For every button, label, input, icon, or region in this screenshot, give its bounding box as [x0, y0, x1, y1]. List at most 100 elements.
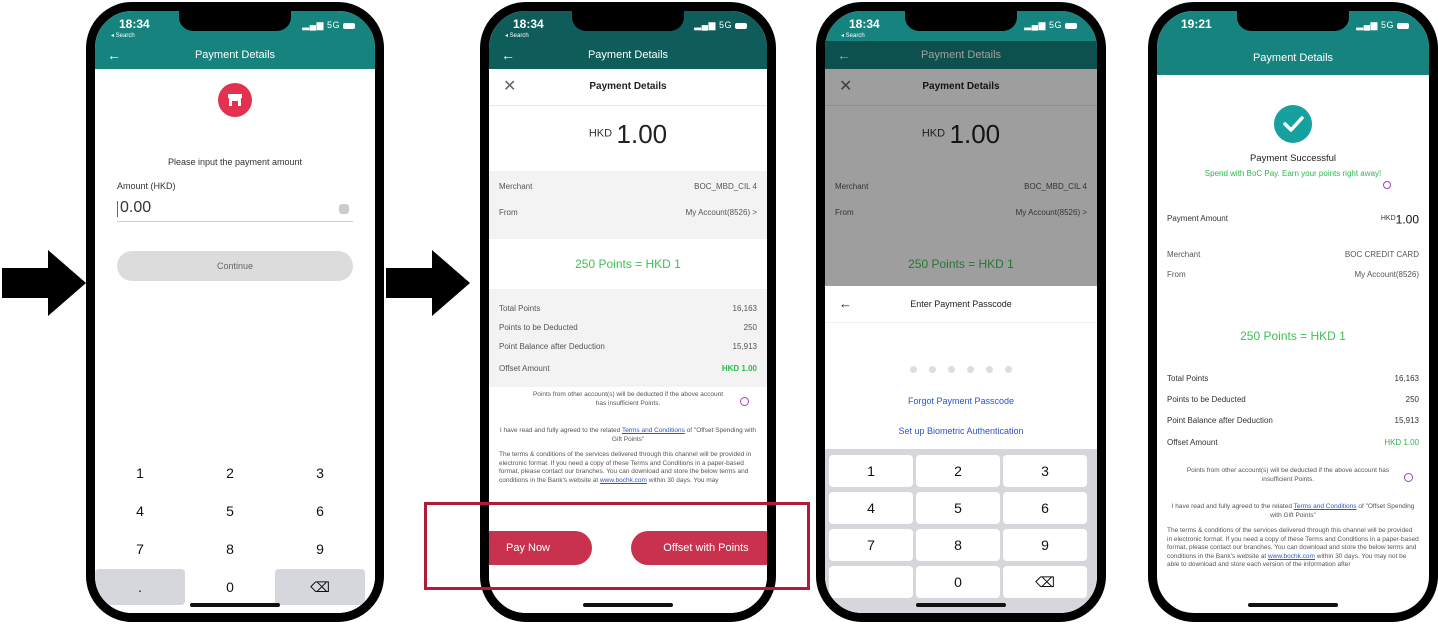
terms-link[interactable]: Terms and Conditions	[622, 427, 685, 434]
keypad-key[interactable]: 4	[95, 493, 185, 529]
keypad-key[interactable]: 6	[275, 493, 365, 529]
keypad-key[interactable]: 0	[916, 566, 1000, 598]
battery-icon	[343, 22, 355, 29]
page-title: Payment Details	[194, 49, 276, 61]
keypad-blank	[829, 566, 913, 598]
keypad-key[interactable]: 1	[95, 455, 185, 491]
keypad-key[interactable]: 5	[185, 493, 275, 529]
bank-website-link[interactable]: www.bochk.com	[600, 477, 647, 484]
signal-indicator: ▂▄▆ 5G	[1356, 20, 1409, 31]
points-rate: 250 Points = HKD 1	[575, 257, 681, 271]
amount-input[interactable]: 0.00	[117, 197, 353, 222]
back-arrow-icon[interactable]: ←	[501, 41, 515, 69]
page-title: Payment Details	[587, 49, 669, 61]
home-indicator	[916, 603, 1006, 607]
forgot-passcode-link[interactable]: Forgot Payment Passcode	[825, 396, 1097, 406]
offset-amount-row: Offset Amount HKD 1.00	[499, 364, 757, 373]
success-message: Payment Successful	[1249, 153, 1337, 164]
clear-input-icon[interactable]	[339, 204, 349, 214]
keypad-key[interactable]: 2	[916, 455, 1000, 487]
signal-indicator: ▂▄▆ 5G	[694, 20, 747, 31]
phone-notch	[572, 11, 684, 31]
merchant-row: Merchant BOC CREDIT CARD	[1167, 250, 1419, 259]
backspace-icon[interactable]: ⌫	[275, 569, 365, 605]
battery-icon	[735, 22, 747, 29]
keypad-key[interactable]: 8	[185, 531, 275, 567]
offset-with-points-button[interactable]: Offset with Points	[631, 531, 767, 565]
points-rate: 250 Points = HKD 1	[1240, 329, 1346, 343]
dim-overlay	[825, 11, 1097, 286]
nav-bar: Payment Details	[1157, 41, 1429, 75]
keypad-key[interactable]: 7	[95, 531, 185, 567]
keypad-key[interactable]: 4	[829, 492, 913, 524]
status-time: 18:34	[513, 17, 544, 31]
amount-label: Amount (HKD)	[117, 181, 176, 191]
keypad-key[interactable]: 7	[829, 529, 913, 561]
home-indicator	[1248, 603, 1338, 607]
keypad-key[interactable]: .	[95, 569, 185, 605]
point-balance-row: Point Balance after Deduction 15,913	[1167, 416, 1419, 425]
backspace-icon[interactable]: ⌫	[1003, 566, 1087, 598]
insufficient-points-note: Points from other account(s) will be ded…	[532, 391, 724, 407]
status-time: 18:34	[119, 17, 150, 31]
nav-bar: ← Payment Details	[489, 41, 767, 69]
success-check-icon	[1274, 105, 1312, 143]
keypad-key[interactable]: 8	[916, 529, 1000, 561]
page-title: Payment Details	[1252, 52, 1334, 64]
agreement-text: I have read and fully agreed to the rela…	[1171, 503, 1415, 519]
biometric-setup-link[interactable]: Set up Biometric Authentication	[825, 426, 1097, 436]
battery-icon	[1065, 22, 1077, 29]
signal-indicator: ▂▄▆ 5G	[302, 20, 355, 31]
total-points-row: Total Points 16,163	[1167, 374, 1419, 383]
back-arrow-icon[interactable]: ←	[839, 286, 852, 322]
keypad-key[interactable]: 3	[275, 455, 365, 491]
battery-icon	[1397, 22, 1409, 29]
keypad-key[interactable]: 1	[829, 455, 913, 487]
flow-arrow-2-icon	[386, 250, 470, 316]
merchant-row: Merchant BOC_MBD_CIL 4	[499, 182, 757, 191]
status-time: 18:34	[849, 17, 880, 31]
flow-arrow-1-icon	[2, 250, 86, 316]
keypad-key[interactable]: 6	[1003, 492, 1087, 524]
from-account-row[interactable]: From My Account(8526) >	[499, 205, 757, 221]
from-account-row: From My Account(8526)	[1167, 270, 1419, 279]
points-deducted-row: Points to be Deducted 250	[499, 323, 757, 332]
status-time: 19:21	[1181, 17, 1212, 31]
back-to-app-link[interactable]: ◂ Search	[505, 32, 529, 39]
numeric-keypad: 1 2 3 4 5 6 7 8 9 0 ⌫	[825, 449, 1097, 613]
bank-website-link[interactable]: www.bochk.com	[1268, 553, 1315, 560]
keypad-key[interactable]: 3	[1003, 455, 1087, 487]
phone-screen-passcode: 18:34 ◂ Search ▂▄▆ 5G ← Payment Details …	[816, 2, 1106, 622]
phone-screen-amount-entry: 18:34 ◂ Search ▂▄▆ 5G ← Payment Details …	[86, 2, 384, 622]
points-deducted-row: Points to be Deducted 250	[1167, 395, 1419, 404]
agreement-text: I have read and fully agreed to the rela…	[499, 427, 757, 443]
passcode-title: Enter Payment Passcode	[910, 299, 1012, 309]
back-arrow-icon[interactable]: ←	[107, 41, 121, 69]
pay-now-button[interactable]: Pay Now	[489, 531, 592, 565]
payment-amount-row: Payment Amount HKD1.00	[1167, 212, 1419, 227]
keypad-key[interactable]: 9	[1003, 529, 1087, 561]
continue-button[interactable]: Continue	[117, 251, 353, 281]
point-balance-row: Point Balance after Deduction 15,913	[499, 342, 757, 351]
close-icon[interactable]: ✕	[503, 69, 516, 105]
back-to-app-link[interactable]: ◂ Search	[841, 32, 865, 39]
sheet-title: Payment Details	[589, 81, 667, 92]
keypad-key[interactable]: 0	[185, 569, 275, 605]
amount-display: HKD 1.00	[489, 119, 767, 150]
home-indicator	[583, 603, 673, 607]
info-icon[interactable]	[1383, 181, 1391, 189]
terms-link[interactable]: Terms and Conditions	[1294, 503, 1357, 510]
keypad-key[interactable]: 2	[185, 455, 275, 491]
numeric-keypad: 1 2 3 4 5 6 7 8 9. 0 ⌫	[95, 455, 375, 613]
terms-body: The terms & conditions of the services d…	[1167, 527, 1419, 568]
keypad-key[interactable]: 9	[275, 531, 365, 567]
store-icon	[218, 83, 252, 117]
info-icon[interactable]	[740, 397, 749, 406]
passcode-dots	[825, 360, 1097, 378]
back-to-app-link[interactable]: ◂ Search	[111, 32, 135, 39]
amount-prompt: Please input the payment amount	[167, 157, 303, 167]
nav-bar: ← Payment Details	[95, 41, 375, 69]
keypad-key[interactable]: 5	[916, 492, 1000, 524]
info-icon[interactable]	[1404, 473, 1413, 482]
amount-value: 1.00	[616, 119, 668, 149]
